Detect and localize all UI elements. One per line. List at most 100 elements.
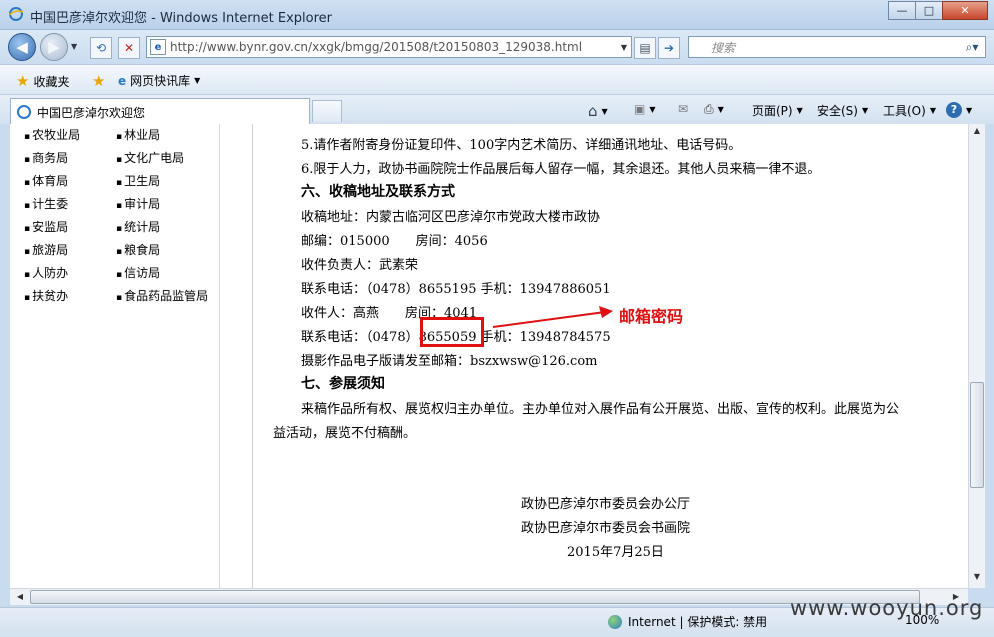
print-button[interactable]: ⎙ ▼ (704, 102, 724, 117)
sidebar-item[interactable]: ▪ 计生委 (24, 195, 68, 212)
help-button[interactable]: ? ▼ (946, 102, 972, 118)
add-favorite-button[interactable]: ★ (92, 72, 109, 90)
annotation-arrow (492, 306, 613, 328)
tools-dropdown-icon: ▼ (929, 106, 936, 115)
compatibility-view-button[interactable]: ⟲ (90, 37, 112, 59)
window-controls: — □ ✕ (888, 1, 988, 21)
sidebar-item[interactable]: ▪ 粮食局 (116, 241, 160, 258)
refresh-icon: ⟲ (95, 41, 107, 55)
safety-menu[interactable]: 安全(S) ▼ (817, 102, 868, 119)
scroll-up-icon[interactable]: ▲ (969, 126, 985, 135)
signature-line: 政协巴彦淖尔市委员会书画院 (521, 521, 691, 536)
page-menu-label: 页面(P) (752, 104, 793, 118)
article-line: 收稿地址：内蒙古临河区巴彦淖尔市党政大楼市政协 (301, 210, 601, 225)
tools-menu-label: 工具(O) (883, 104, 926, 118)
page-content: ▪ 农牧业局 ▪ 商务局 ▪ 体育局 ▪ 计生委 ▪ 安监局 ▪ 旅游局 ▪ 人防办 ▪ 扶贫办… (10, 124, 968, 588)
sidebar-item[interactable]: ▪ 安监局 (24, 218, 68, 235)
mail-icon: ✉ (678, 102, 689, 116)
go-button[interactable]: ➔ (658, 37, 680, 59)
sidebar-item[interactable]: ▪ 扶贫办 (24, 287, 68, 304)
address-dropdown-icon[interactable]: ▼ (617, 43, 631, 52)
title-bar: 中国巴彦淖尔欢迎您 - Windows Internet Explorer — … (0, 0, 994, 30)
go-arrow-icon: ➔ (663, 41, 675, 55)
vertical-scroll-thumb[interactable] (970, 382, 984, 488)
chevron-down-icon: ▼ (194, 76, 201, 85)
help-dropdown-icon: ▼ (966, 105, 973, 115)
search-input[interactable]: 搜索 (711, 39, 959, 56)
favorites-bar: ★ 收藏夹 ★ e 网页快讯库 ▼ (0, 64, 994, 94)
favorites-button[interactable]: ★ 收藏夹 (16, 72, 69, 90)
history-dropdown-icon[interactable]: ▼ (71, 42, 77, 51)
tab-command-bar: 中国巴彦淖尔欢迎您 ⌂ ▼ ▣ ▼ ✉ ⎙ ▼ 页面(P) ▼ 安全(S) ▼ 工具(O)… (0, 94, 994, 125)
document-icon: ▤ (639, 41, 651, 55)
scroll-left-icon[interactable]: ◀ (12, 592, 28, 601)
window-title: 中国巴彦淖尔欢迎您 - Windows Internet Explorer (30, 11, 332, 26)
home-dropdown-icon: ▼ (601, 106, 608, 116)
feeds-dropdown-icon: ▼ (649, 104, 656, 114)
minimize-button[interactable]: — (888, 1, 916, 20)
stop-icon: ✕ (123, 41, 135, 55)
zone-label: Internet | 保护模式: 禁用 (628, 615, 768, 629)
article-line: 来稿作品所有权、展览权归主办单位。主办单位对入展作品有公开展览、出版、宣传的权利… (301, 402, 900, 417)
close-button[interactable]: ✕ (942, 1, 988, 20)
ie-logo-icon (8, 7, 24, 21)
sidebar-item[interactable]: ▪ 体育局 (24, 172, 68, 189)
rss-icon: ▣ (634, 102, 646, 116)
page-menu[interactable]: 页面(P) ▼ (752, 102, 803, 119)
feeds-button[interactable]: ▣ ▼ (634, 102, 656, 116)
article-line: 益活动，展览不付稿酬。 (273, 426, 417, 441)
help-icon: ? (946, 102, 962, 118)
signature-line: 政协巴彦淖尔市委员会办公厅 (521, 497, 691, 512)
sidebar-item[interactable]: ▪ 卫生局 (116, 172, 160, 189)
section-heading: 六、收稿地址及联系方式 (301, 184, 455, 200)
sidebar-item[interactable]: ▪ 文化广电局 (116, 149, 184, 166)
search-box[interactable]: 搜索 ⌕▾ (688, 36, 986, 58)
url-input[interactable]: http://www.bynr.gov.cn/xxgk/bmgg/201508/… (170, 40, 617, 54)
section-heading: 七、参展须知 (301, 376, 385, 392)
forward-button[interactable]: ▶ (40, 33, 68, 61)
page-dropdown-icon: ▼ (796, 106, 803, 115)
sidebar-item[interactable]: ▪ 审计局 (116, 195, 160, 212)
globe-icon (608, 614, 622, 629)
tools-menu[interactable]: 工具(O) ▼ (883, 102, 936, 119)
arrow-left-icon: ◀ (16, 38, 28, 56)
vertical-scrollbar[interactable]: ▲ ▼ (968, 124, 985, 588)
sidebar-item[interactable]: ▪ 商务局 (24, 149, 68, 166)
sidebar-item[interactable]: ▪ 食品药品监管局 (116, 287, 208, 304)
printer-icon: ⎙ (704, 102, 714, 116)
sidebar-item[interactable]: ▪ 林业局 (116, 126, 160, 143)
sidebar-item[interactable]: ▪ 旅游局 (24, 241, 68, 258)
article-line: 6.限于人力，政协书画院院士作品展后每人留存一幅，其余退还。其他人员来稿一律不退… (301, 162, 821, 177)
sidebar-item[interactable]: ▪ 信访局 (116, 264, 160, 281)
search-icon[interactable]: ⌕▾ (959, 40, 985, 55)
maximize-button[interactable]: □ (915, 1, 943, 20)
print-dropdown-icon: ▼ (717, 105, 724, 114)
scroll-down-icon[interactable]: ▼ (969, 572, 985, 581)
tab-current[interactable]: 中国巴彦淖尔欢迎您 (10, 98, 310, 125)
web-slice-gallery[interactable]: e 网页快讯库 ▼ (118, 72, 200, 89)
article-line: 收件负责人：武素荣 (301, 258, 419, 273)
star-icon: ★ (16, 72, 30, 90)
highlight-box (420, 317, 484, 347)
sidebar-item[interactable]: ▪ 统计局 (116, 218, 160, 235)
read-mail-button[interactable]: ✉ (678, 102, 688, 116)
sidebar-item[interactable]: ▪ 人防办 (24, 264, 68, 281)
arrow-right-icon: ▶ (48, 38, 60, 56)
address-toolbar: ◀ ▶ ▼ ⟲ ✕ e http://www.bynr.gov.cn/xxgk/… (0, 30, 994, 64)
stop-button[interactable]: ✕ (118, 37, 140, 59)
article-body: 5.请作者附寄身份证复印件、100字内艺术简历、详细通讯地址、电话号码。 6.限… (253, 124, 968, 588)
security-zone[interactable]: Internet | 保护模式: 禁用 (608, 613, 767, 630)
add-star-icon: ★ (92, 72, 106, 90)
article-line: 5.请作者附寄身份证复印件、100字内艺术简历、详细通讯地址、电话号码。 (301, 138, 742, 153)
new-tab-button[interactable] (312, 100, 342, 122)
page-icon: e (150, 39, 166, 55)
sidebar-item[interactable]: ▪ 农牧业局 (24, 126, 80, 143)
home-button[interactable]: ⌂ ▼ (588, 102, 608, 120)
rss-compat-button[interactable]: ▤ (634, 37, 656, 59)
web-slice-label: 网页快讯库 (130, 74, 191, 88)
back-button[interactable]: ◀ (8, 33, 36, 61)
address-bar[interactable]: e http://www.bynr.gov.cn/xxgk/bmgg/20150… (146, 36, 632, 58)
department-sidebar: ▪ 农牧业局 ▪ 商务局 ▪ 体育局 ▪ 计生委 ▪ 安监局 ▪ 旅游局 ▪ 人防办 ▪ 扶贫办… (10, 124, 220, 588)
safety-dropdown-icon: ▼ (861, 106, 869, 115)
horizontal-scroll-thumb[interactable] (30, 590, 920, 604)
